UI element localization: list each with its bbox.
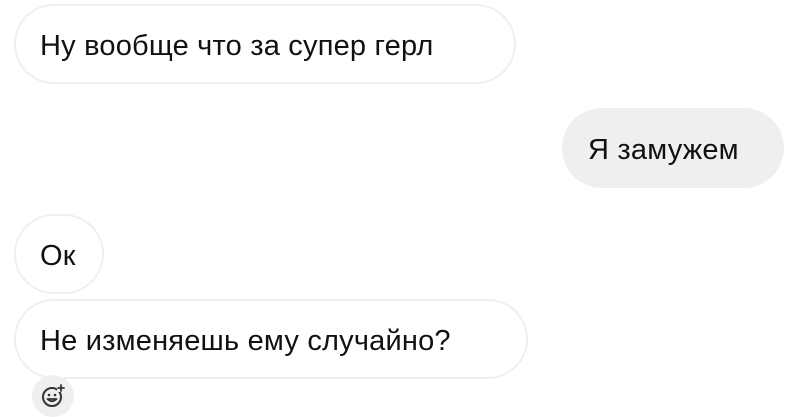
message-text: Я замужем [588, 134, 739, 166]
message-text: Не изменяешь ему случайно? [40, 325, 451, 357]
incoming-message-bubble[interactable]: Не изменяешь ему случайно? [14, 299, 528, 379]
outgoing-message-bubble[interactable]: Я замужем [562, 108, 784, 188]
incoming-message-bubble[interactable]: Ну вообще что за супер герл [14, 4, 516, 84]
message-text: Ок [40, 240, 76, 272]
add-reaction-icon [40, 383, 66, 409]
add-reaction-button[interactable] [32, 375, 74, 417]
incoming-message-bubble[interactable]: Ок [14, 214, 104, 294]
message-text: Ну вообще что за супер герл [40, 30, 434, 62]
